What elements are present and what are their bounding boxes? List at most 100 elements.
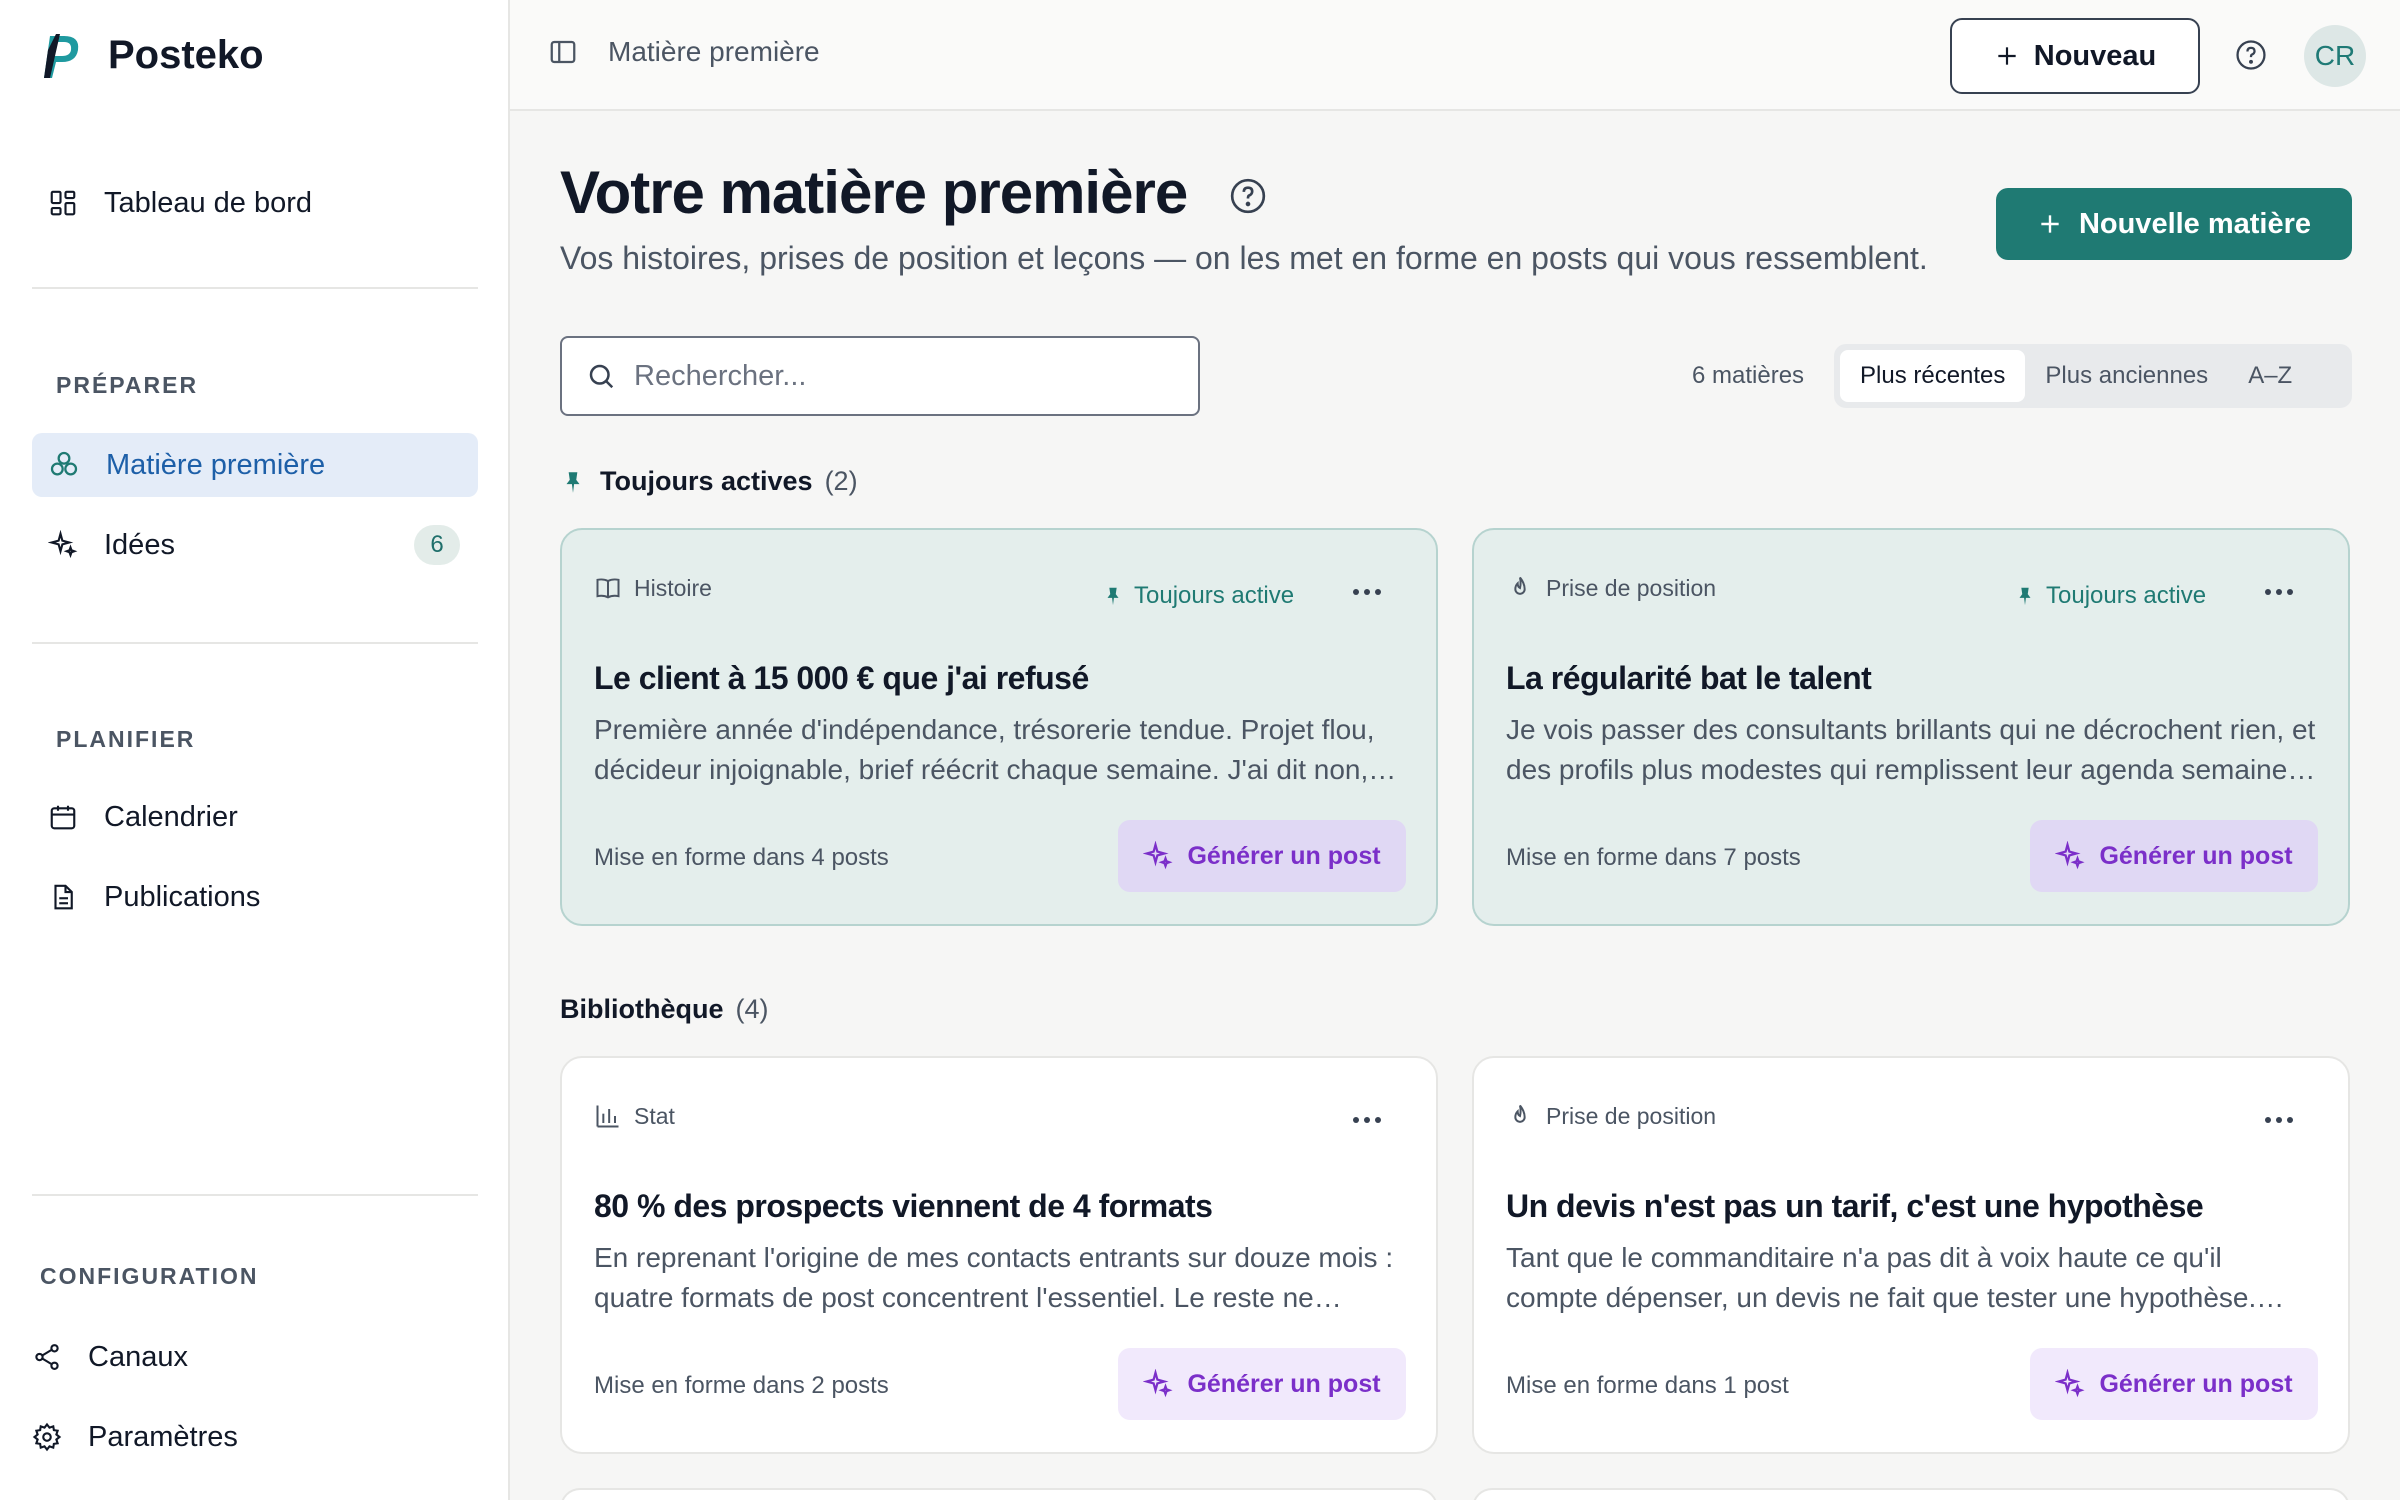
sort-option-recent[interactable]: Plus récentes bbox=[1840, 350, 2026, 402]
pin-icon bbox=[1102, 583, 1134, 609]
material-card[interactable] bbox=[1472, 1488, 2350, 1500]
book-icon bbox=[594, 574, 634, 602]
more-options-icon[interactable] bbox=[2264, 585, 2294, 599]
generate-post-label: Générer un post bbox=[2099, 841, 2293, 870]
page-title: Votre matière première bbox=[560, 159, 1188, 226]
card-description: Première année d'indépendance, trésoreri… bbox=[594, 714, 1400, 785]
card-type: Stat bbox=[594, 1102, 675, 1130]
card-type: Prise de position bbox=[1506, 1102, 1716, 1130]
sidebar-item-dashboard[interactable]: Tableau de bord bbox=[48, 173, 312, 233]
sidebar-item-label: Idées bbox=[104, 528, 175, 561]
sort-option-oldest[interactable]: Plus anciennes bbox=[2025, 350, 2228, 402]
more-options-icon[interactable] bbox=[1352, 585, 1382, 599]
sparkles-icon bbox=[1143, 841, 1187, 871]
card-title: Le client à 15 000 € que j'ai refusé bbox=[594, 660, 1089, 696]
sidebar-item-settings[interactable]: Paramètres bbox=[32, 1405, 238, 1469]
sidebar-item-label: Matière première bbox=[106, 448, 326, 481]
card-usage: Mise en forme dans 1 post bbox=[1506, 1372, 1789, 1399]
sparkles-icon bbox=[1143, 1369, 1187, 1399]
help-icon[interactable] bbox=[2234, 38, 2268, 72]
top-bar: Posteko Matière première Nouveau CR bbox=[0, 0, 2400, 111]
new-button[interactable]: Nouveau bbox=[1950, 18, 2200, 94]
pin-icon bbox=[2014, 583, 2046, 609]
group-count: (2) bbox=[824, 466, 858, 496]
card-title: 80 % des prospects viennent de 4 formats bbox=[594, 1188, 1213, 1224]
sidebar-toggle-icon[interactable] bbox=[548, 37, 578, 67]
sidebar: Tableau de bord PRÉPARER Matière premièr… bbox=[0, 111, 510, 1500]
generate-post-button[interactable]: Générer un post bbox=[1118, 820, 1406, 892]
material-card[interactable]: Histoire Toujours active Le client à 15 … bbox=[560, 528, 1438, 926]
card-usage: Mise en forme dans 2 posts bbox=[594, 1372, 889, 1399]
ideas-count-badge: 6 bbox=[414, 525, 460, 565]
material-card[interactable]: Stat 80 % des prospects viennent de 4 fo… bbox=[560, 1056, 1438, 1454]
search-icon bbox=[586, 361, 616, 391]
card-description: En reprenant l'origine de mes contacts e… bbox=[594, 1242, 1394, 1313]
breadcrumb-current: Matière première bbox=[608, 36, 820, 67]
card-usage: Mise en forme dans 7 posts bbox=[1506, 844, 1801, 871]
flame-icon bbox=[1506, 574, 1546, 602]
card-description: Je vois passer des consultants brillants… bbox=[1506, 714, 2316, 785]
sidebar-divider bbox=[32, 287, 478, 289]
app-name: Posteko bbox=[108, 33, 264, 77]
card-type-label: Histoire bbox=[634, 574, 712, 601]
generate-post-button[interactable]: Générer un post bbox=[1118, 1348, 1406, 1420]
material-card[interactable]: Prise de position Un devis n'est pas un … bbox=[1472, 1056, 2350, 1454]
generate-post-button[interactable]: Générer un post bbox=[2030, 820, 2318, 892]
sort-option-alpha[interactable]: A–Z bbox=[2228, 350, 2312, 402]
sidebar-item-raw-material[interactable]: Matière première bbox=[32, 433, 478, 497]
material-count: 6 matières bbox=[1692, 362, 1805, 389]
card-usage: Mise en forme dans 4 posts bbox=[594, 844, 889, 871]
sidebar-item-ideas[interactable]: Idées bbox=[48, 513, 175, 577]
new-material-button[interactable]: Nouvelle matière bbox=[1996, 188, 2352, 260]
section-label-config: CONFIGURATION bbox=[40, 1263, 259, 1289]
card-type-label: Stat bbox=[634, 1102, 675, 1129]
sparkles-icon bbox=[48, 530, 104, 560]
sidebar-item-calendar[interactable]: Calendrier bbox=[48, 785, 238, 849]
card-type: Prise de position bbox=[1506, 574, 1716, 602]
calendar-icon bbox=[48, 802, 104, 832]
material-card[interactable] bbox=[560, 1488, 1438, 1500]
group-label: Bibliothèque bbox=[560, 994, 724, 1024]
generate-post-button[interactable]: Générer un post bbox=[2030, 1348, 2318, 1420]
sidebar-item-label: Paramètres bbox=[88, 1420, 238, 1453]
avatar[interactable]: CR bbox=[2304, 25, 2366, 87]
group-count: (4) bbox=[735, 994, 769, 1024]
posteko-logo-icon bbox=[40, 30, 84, 82]
sidebar-item-publications[interactable]: Publications bbox=[48, 865, 260, 929]
breadcrumb: Matière première bbox=[548, 36, 820, 68]
flame-icon bbox=[1506, 1102, 1546, 1130]
always-active-label: Toujours active bbox=[2046, 582, 2207, 609]
bar-chart-icon bbox=[594, 1102, 634, 1130]
sidebar-item-label: Tableau de bord bbox=[104, 186, 312, 219]
group-label: Toujours actives bbox=[600, 466, 813, 496]
sidebar-divider bbox=[32, 642, 478, 644]
material-card[interactable]: Prise de position Toujours active La rég… bbox=[1472, 528, 2350, 926]
card-type-label: Prise de position bbox=[1546, 574, 1717, 601]
card-title: Un devis n'est pas un tarif, c'est une h… bbox=[1506, 1188, 2204, 1224]
generate-post-label: Générer un post bbox=[2099, 1369, 2293, 1398]
raw-material-icon bbox=[48, 449, 106, 481]
document-icon bbox=[48, 882, 104, 912]
plus-icon bbox=[2037, 211, 2079, 237]
pin-icon bbox=[560, 467, 586, 497]
generate-post-label: Générer un post bbox=[1187, 841, 1381, 870]
generate-post-label: Générer un post bbox=[1187, 1369, 1381, 1398]
card-type-label: Prise de position bbox=[1546, 1102, 1717, 1129]
new-button-label: Nouveau bbox=[2033, 39, 2157, 72]
sidebar-item-label: Calendrier bbox=[104, 800, 238, 833]
dashboard-icon bbox=[48, 188, 104, 218]
brand[interactable]: Posteko bbox=[0, 0, 510, 111]
search-input[interactable] bbox=[634, 359, 1174, 393]
group-header-library: Bibliothèque (4) bbox=[560, 994, 769, 1025]
help-icon[interactable] bbox=[1228, 176, 1268, 216]
search-box[interactable] bbox=[560, 336, 1200, 416]
more-options-icon[interactable] bbox=[1352, 1113, 1382, 1127]
always-active-label: Toujours active bbox=[1134, 582, 1295, 609]
more-options-icon[interactable] bbox=[2264, 1113, 2294, 1127]
sort-toggle: Plus récentes Plus anciennes A–Z bbox=[1834, 344, 2352, 408]
share-icon bbox=[32, 1342, 88, 1372]
sidebar-item-channels[interactable]: Canaux bbox=[32, 1325, 188, 1389]
always-active-badge: Toujours active bbox=[2014, 582, 2206, 610]
card-description: Tant que le commanditaire n'a pas dit à … bbox=[1506, 1242, 2257, 1313]
page-subtitle: Vos histoires, prises de position et leç… bbox=[560, 240, 1928, 276]
